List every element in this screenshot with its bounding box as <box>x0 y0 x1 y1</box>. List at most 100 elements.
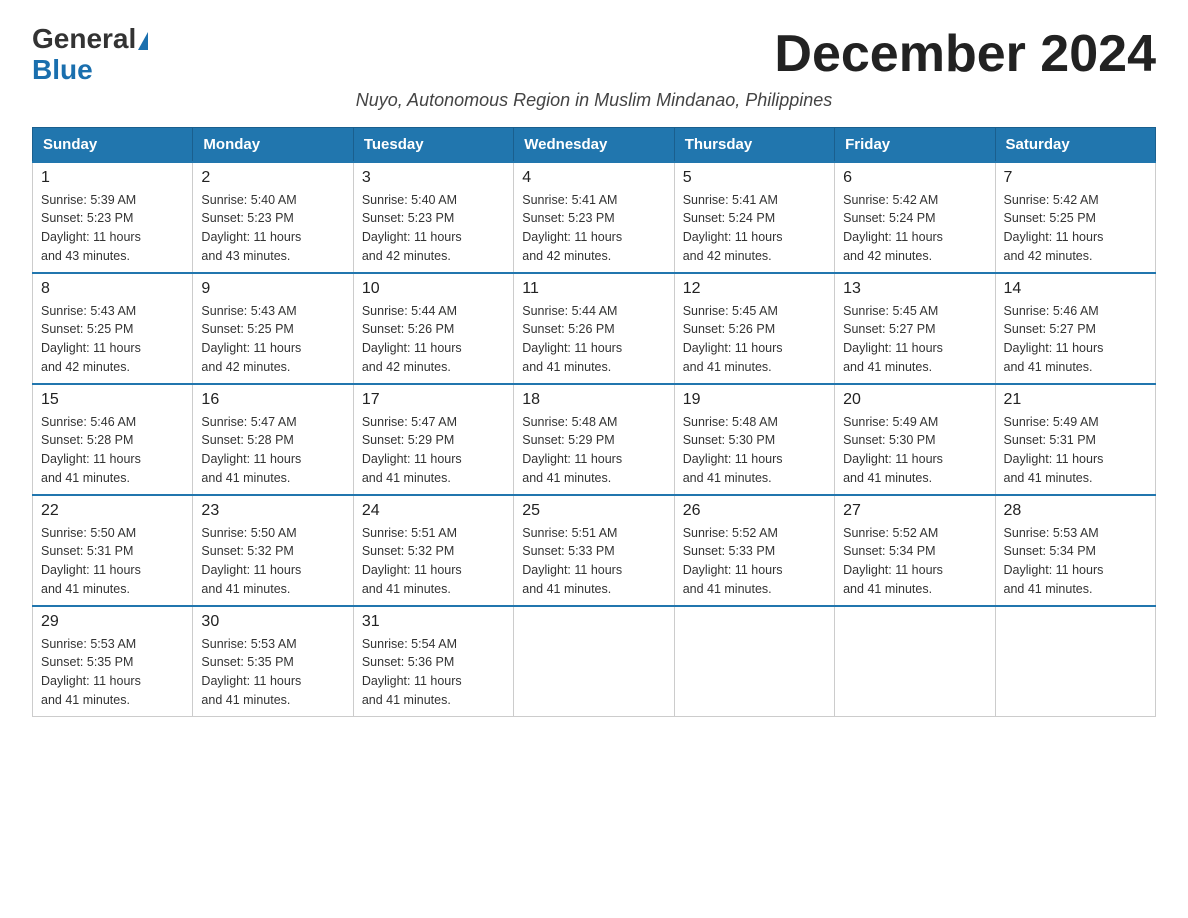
calendar-cell <box>835 606 995 717</box>
day-number: 22 <box>41 502 184 520</box>
day-number: 7 <box>1004 169 1147 187</box>
calendar-cell: 2Sunrise: 5:40 AMSunset: 5:23 PMDaylight… <box>193 162 353 273</box>
calendar-header-tuesday: Tuesday <box>353 127 513 162</box>
day-info: Sunrise: 5:47 AMSunset: 5:29 PMDaylight:… <box>362 413 505 488</box>
calendar-cell <box>995 606 1155 717</box>
calendar-week-row: 29 Sunrise: 5:53 AMSunset: 5:35 PMDayligh… <box>33 606 1156 717</box>
day-number: 8 <box>41 280 184 298</box>
day-info: Sunrise: 5:51 AMSunset: 5:32 PMDaylight:… <box>362 524 505 599</box>
calendar-cell: 26 Sunrise: 5:52 AMSunset: 5:33 PMDayligh… <box>674 495 834 606</box>
day-info: Sunrise: 5:53 AMSunset: 5:35 PMDaylight:… <box>41 635 184 710</box>
calendar-header-friday: Friday <box>835 127 995 162</box>
calendar-cell: 31Sunrise: 5:54 AMSunset: 5:36 PMDayligh… <box>353 606 513 717</box>
calendar-cell: 1Sunrise: 5:39 AMSunset: 5:23 PMDaylight… <box>33 162 193 273</box>
day-number: 19 <box>683 391 826 409</box>
day-number: 17 <box>362 391 505 409</box>
day-number: 31 <box>362 613 505 631</box>
day-info: Sunrise: 5:52 AMSunset: 5:33 PMDaylight:… <box>683 524 826 599</box>
day-number: 5 <box>683 169 826 187</box>
calendar-week-row: 8 Sunrise: 5:43 AMSunset: 5:25 PMDaylight… <box>33 273 1156 384</box>
calendar-cell: 4 Sunrise: 5:41 AMSunset: 5:23 PMDaylight… <box>514 162 674 273</box>
calendar-cell: 22 Sunrise: 5:50 AMSunset: 5:31 PMDayligh… <box>33 495 193 606</box>
day-info: Sunrise: 5:50 AMSunset: 5:31 PMDaylight:… <box>41 524 184 599</box>
day-info: Sunrise: 5:44 AMSunset: 5:26 PMDaylight:… <box>522 302 665 377</box>
day-info: Sunrise: 5:42 AMSunset: 5:25 PMDaylight:… <box>1004 191 1147 266</box>
calendar-cell: 7 Sunrise: 5:42 AMSunset: 5:25 PMDaylight… <box>995 162 1155 273</box>
day-number: 30 <box>201 613 344 631</box>
page-header: General Blue December 2024 <box>32 24 1156 86</box>
day-info: Sunrise: 5:48 AMSunset: 5:29 PMDaylight:… <box>522 413 665 488</box>
calendar-cell: 30Sunrise: 5:53 AMSunset: 5:35 PMDayligh… <box>193 606 353 717</box>
day-number: 12 <box>683 280 826 298</box>
calendar-cell: 14 Sunrise: 5:46 AMSunset: 5:27 PMDayligh… <box>995 273 1155 384</box>
calendar-header-row: SundayMondayTuesdayWednesdayThursdayFrid… <box>33 127 1156 162</box>
calendar-cell: 28 Sunrise: 5:53 AMSunset: 5:34 PMDayligh… <box>995 495 1155 606</box>
calendar-cell: 15Sunrise: 5:46 AMSunset: 5:28 PMDayligh… <box>33 384 193 495</box>
day-info: Sunrise: 5:48 AMSunset: 5:30 PMDaylight:… <box>683 413 826 488</box>
day-number: 25 <box>522 502 665 520</box>
page-subtitle: Nuyo, Autonomous Region in Muslim Mindan… <box>32 90 1156 111</box>
day-number: 2 <box>201 169 344 187</box>
calendar-header-thursday: Thursday <box>674 127 834 162</box>
day-info: Sunrise: 5:51 AMSunset: 5:33 PMDaylight:… <box>522 524 665 599</box>
day-number: 28 <box>1004 502 1147 520</box>
calendar-cell: 17 Sunrise: 5:47 AMSunset: 5:29 PMDayligh… <box>353 384 513 495</box>
calendar-table: SundayMondayTuesdayWednesdayThursdayFrid… <box>32 127 1156 717</box>
day-info: Sunrise: 5:40 AMSunset: 5:23 PMDaylight:… <box>362 191 505 266</box>
calendar-cell <box>514 606 674 717</box>
day-info: Sunrise: 5:43 AMSunset: 5:25 PMDaylight:… <box>201 302 344 377</box>
calendar-cell: 20 Sunrise: 5:49 AMSunset: 5:30 PMDayligh… <box>835 384 995 495</box>
day-info: Sunrise: 5:45 AMSunset: 5:27 PMDaylight:… <box>843 302 986 377</box>
day-info: Sunrise: 5:41 AMSunset: 5:24 PMDaylight:… <box>683 191 826 266</box>
day-info: Sunrise: 5:41 AMSunset: 5:23 PMDaylight:… <box>522 191 665 266</box>
day-info: Sunrise: 5:49 AMSunset: 5:31 PMDaylight:… <box>1004 413 1147 488</box>
calendar-header-sunday: Sunday <box>33 127 193 162</box>
day-number: 14 <box>1004 280 1147 298</box>
day-info: Sunrise: 5:49 AMSunset: 5:30 PMDaylight:… <box>843 413 986 488</box>
logo-triangle-icon <box>138 32 148 50</box>
calendar-cell: 5 Sunrise: 5:41 AMSunset: 5:24 PMDaylight… <box>674 162 834 273</box>
day-info: Sunrise: 5:42 AMSunset: 5:24 PMDaylight:… <box>843 191 986 266</box>
calendar-cell: 16 Sunrise: 5:47 AMSunset: 5:28 PMDayligh… <box>193 384 353 495</box>
calendar-week-row: 15Sunrise: 5:46 AMSunset: 5:28 PMDayligh… <box>33 384 1156 495</box>
day-number: 16 <box>201 391 344 409</box>
calendar-cell: 29 Sunrise: 5:53 AMSunset: 5:35 PMDayligh… <box>33 606 193 717</box>
calendar-cell: 13 Sunrise: 5:45 AMSunset: 5:27 PMDayligh… <box>835 273 995 384</box>
day-number: 9 <box>201 280 344 298</box>
day-info: Sunrise: 5:53 AMSunset: 5:34 PMDaylight:… <box>1004 524 1147 599</box>
calendar-cell <box>674 606 834 717</box>
day-info: Sunrise: 5:52 AMSunset: 5:34 PMDaylight:… <box>843 524 986 599</box>
day-number: 11 <box>522 280 665 298</box>
day-number: 27 <box>843 502 986 520</box>
calendar-cell: 19 Sunrise: 5:48 AMSunset: 5:30 PMDayligh… <box>674 384 834 495</box>
logo-general-text: General <box>32 24 148 55</box>
day-number: 20 <box>843 391 986 409</box>
logo: General Blue <box>32 24 148 86</box>
day-number: 21 <box>1004 391 1147 409</box>
calendar-cell: 3Sunrise: 5:40 AMSunset: 5:23 PMDaylight… <box>353 162 513 273</box>
calendar-cell: 18Sunrise: 5:48 AMSunset: 5:29 PMDayligh… <box>514 384 674 495</box>
day-info: Sunrise: 5:50 AMSunset: 5:32 PMDaylight:… <box>201 524 344 599</box>
day-info: Sunrise: 5:45 AMSunset: 5:26 PMDaylight:… <box>683 302 826 377</box>
calendar-cell: 8 Sunrise: 5:43 AMSunset: 5:25 PMDaylight… <box>33 273 193 384</box>
day-info: Sunrise: 5:44 AMSunset: 5:26 PMDaylight:… <box>362 302 505 377</box>
calendar-header-wednesday: Wednesday <box>514 127 674 162</box>
day-info: Sunrise: 5:43 AMSunset: 5:25 PMDaylight:… <box>41 302 184 377</box>
day-number: 6 <box>843 169 986 187</box>
day-number: 24 <box>362 502 505 520</box>
day-number: 1 <box>41 169 184 187</box>
day-number: 13 <box>843 280 986 298</box>
calendar-week-row: 22 Sunrise: 5:50 AMSunset: 5:31 PMDayligh… <box>33 495 1156 606</box>
day-number: 26 <box>683 502 826 520</box>
calendar-cell: 23Sunrise: 5:50 AMSunset: 5:32 PMDayligh… <box>193 495 353 606</box>
calendar-header-monday: Monday <box>193 127 353 162</box>
day-number: 4 <box>522 169 665 187</box>
calendar-cell: 25 Sunrise: 5:51 AMSunset: 5:33 PMDayligh… <box>514 495 674 606</box>
calendar-cell: 27 Sunrise: 5:52 AMSunset: 5:34 PMDayligh… <box>835 495 995 606</box>
day-info: Sunrise: 5:46 AMSunset: 5:27 PMDaylight:… <box>1004 302 1147 377</box>
day-info: Sunrise: 5:47 AMSunset: 5:28 PMDaylight:… <box>201 413 344 488</box>
calendar-header-saturday: Saturday <box>995 127 1155 162</box>
day-number: 10 <box>362 280 505 298</box>
day-number: 29 <box>41 613 184 631</box>
calendar-week-row: 1Sunrise: 5:39 AMSunset: 5:23 PMDaylight… <box>33 162 1156 273</box>
